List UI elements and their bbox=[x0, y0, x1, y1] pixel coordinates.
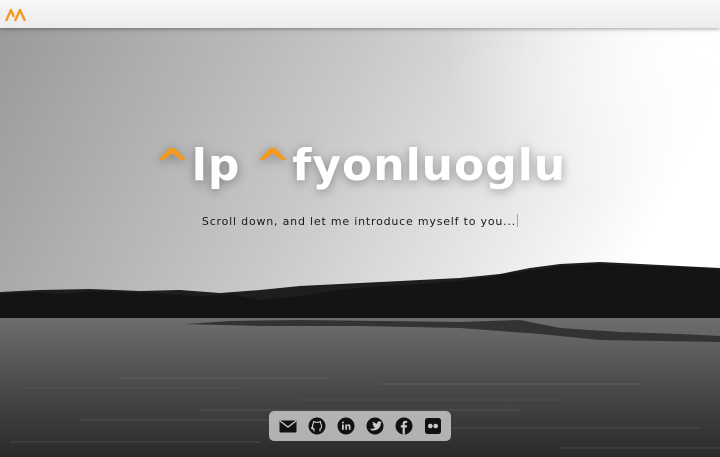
twitter-icon[interactable] bbox=[365, 416, 385, 436]
title-first-rest: lp bbox=[191, 140, 241, 191]
github-icon[interactable] bbox=[307, 416, 327, 436]
title-first-initial: ^ bbox=[153, 140, 192, 191]
hero-title: ^lp ^fyonluoglu bbox=[0, 140, 720, 191]
top-navbar bbox=[0, 0, 720, 28]
page: ^lp ^fyonluoglu Scroll down, and let me i… bbox=[0, 0, 720, 457]
linkedin-icon[interactable] bbox=[336, 416, 356, 436]
flickr-icon[interactable] bbox=[423, 416, 443, 436]
title-last-initial: ^ bbox=[254, 140, 293, 191]
mail-icon[interactable] bbox=[278, 416, 298, 436]
hero-background-image bbox=[0, 28, 720, 457]
hero-subtitle-text: Scroll down, and let me introduce myself… bbox=[201, 215, 517, 228]
title-last-rest: fyonluoglu bbox=[292, 140, 567, 191]
aa-logo-icon[interactable] bbox=[4, 7, 27, 22]
facebook-icon[interactable] bbox=[394, 416, 414, 436]
typing-caret bbox=[517, 214, 519, 227]
hero-subtitle: Scroll down, and let me introduce myself… bbox=[0, 214, 720, 228]
social-links-bar bbox=[269, 411, 451, 441]
